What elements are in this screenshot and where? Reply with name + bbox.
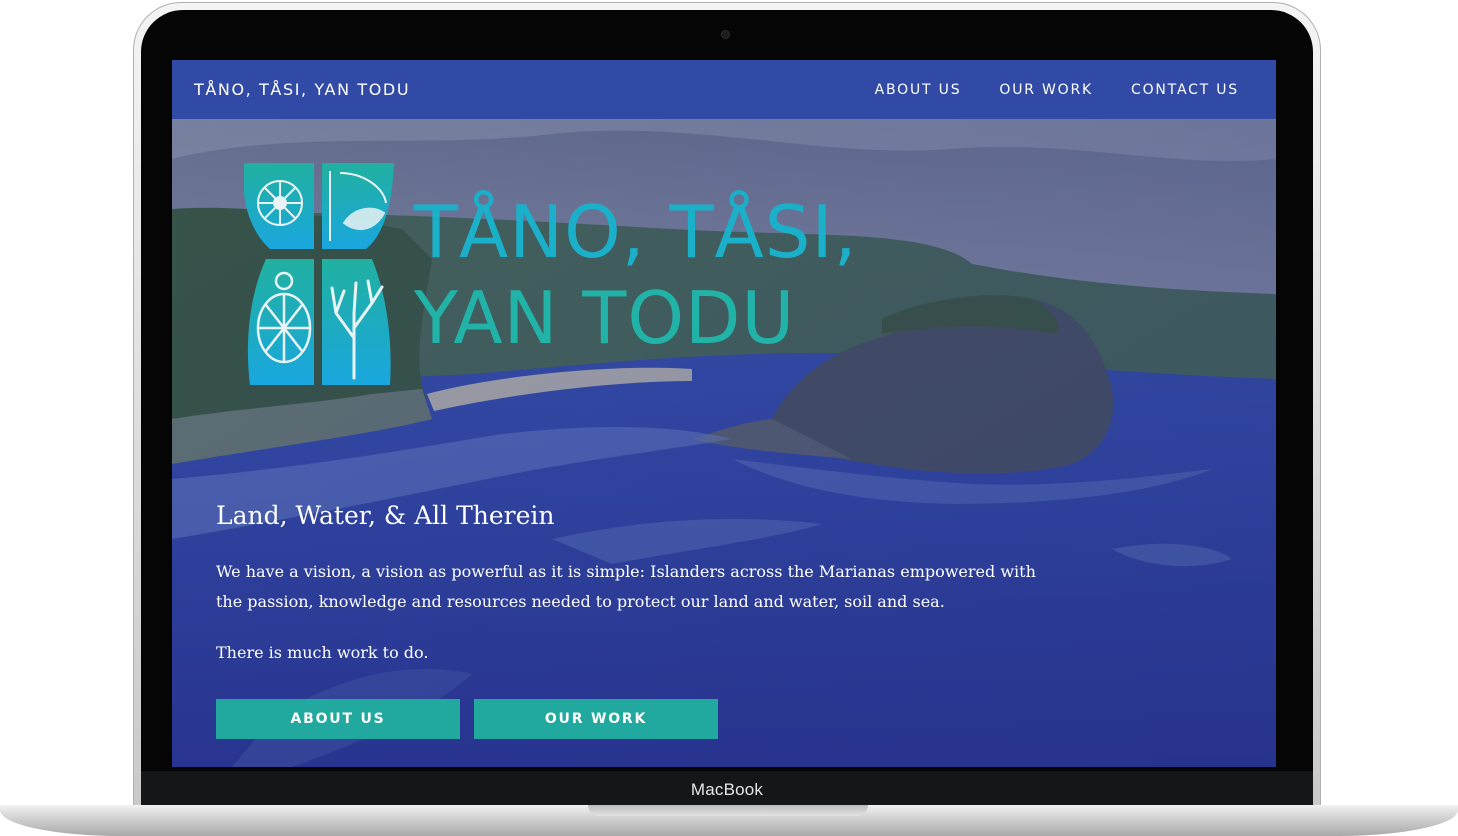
hero-section: TÅNO, TÅSI, YAN TODU Land, Water, & All … <box>172 119 1276 767</box>
logo-line-2: YAN TODU <box>414 276 796 360</box>
laptop-mockup: TÅNO, TÅSI, YAN TODU ABOUT US OUR WORK C… <box>0 0 1458 836</box>
logo-mark <box>244 163 394 385</box>
our-work-button[interactable]: OUR WORK <box>474 699 718 739</box>
logo-wordmark: TÅNO, TÅSI, YAN TODU <box>414 189 858 361</box>
device-label: MacBook <box>690 779 764 799</box>
nav-menu: ABOUT US OUR WORK CONTACT US <box>837 82 1239 98</box>
coral-icon <box>322 259 391 385</box>
nav-contact-us[interactable]: CONTACT US <box>1131 82 1239 98</box>
hibiscus-icon <box>257 180 303 226</box>
logo-line-1: TÅNO, TÅSI, <box>414 190 858 274</box>
laptop-notch <box>588 805 868 816</box>
top-navbar: TÅNO, TÅSI, YAN TODU ABOUT US OUR WORK C… <box>172 60 1276 119</box>
vision-paragraph: We have a vision, a vision as powerful a… <box>216 562 1036 611</box>
nav-our-work[interactable]: OUR WORK <box>999 82 1093 98</box>
turtle-icon <box>247 259 314 385</box>
hero-tagline: Land, Water, & All Therein <box>216 501 555 530</box>
website-screen: TÅNO, TÅSI, YAN TODU ABOUT US OUR WORK C… <box>172 60 1276 767</box>
work-paragraph: There is much work to do. <box>216 643 429 662</box>
site-title-link[interactable]: TÅNO, TÅSI, YAN TODU <box>194 80 410 99</box>
laptop-chin: MacBook <box>141 771 1313 808</box>
latte-stone-icon <box>244 163 394 249</box>
camera-icon <box>722 31 729 38</box>
nav-about-us[interactable]: ABOUT US <box>875 82 962 98</box>
about-us-button[interactable]: ABOUT US <box>216 699 460 739</box>
